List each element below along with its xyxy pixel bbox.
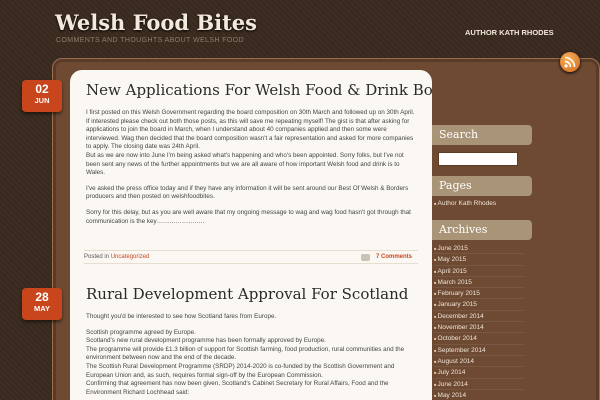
post-paragraph: Scottish programme agreed by Europe. [86, 328, 196, 336]
post-paragraph: The programme will provide £1.3 billion … [86, 345, 405, 362]
archive-link[interactable]: November 2014 [434, 322, 524, 334]
post-title[interactable]: Rural Development Approval For Scotland [86, 285, 416, 303]
category-link[interactable]: Uncategorized [111, 254, 150, 260]
rss-icon[interactable] [560, 52, 580, 72]
meta-label: Posted in [84, 254, 111, 260]
archive-link[interactable]: September 2014 [434, 345, 524, 356]
search-input[interactable] [438, 152, 518, 166]
author-page-link[interactable]: AUTHOR KATH RHODES [465, 28, 554, 37]
post: New Applications For Welsh Food & Drink … [86, 81, 432, 233]
post-paragraph: I first posted on this Welsh Government … [86, 109, 415, 151]
comment-icon [361, 254, 370, 261]
site-title[interactable]: Welsh Food Bites [55, 10, 257, 35]
archive-link[interactable]: June 2014 [434, 379, 524, 390]
post: Rural Development Approval For Scotland … [86, 285, 416, 397]
archive-link[interactable]: May 2014 [434, 390, 524, 400]
post-paragraph: Sorry for this delay, but as you are wel… [86, 208, 411, 225]
sidebar-page-link[interactable]: Author Kath Rhodes [434, 200, 497, 207]
archive-link[interactable]: February 2015 [434, 288, 524, 300]
post-paragraph: Confirming that agreement has now been g… [86, 380, 389, 396]
archives-widget-title: Archives [432, 220, 532, 240]
archive-link[interactable]: August 2014 [434, 356, 524, 368]
date-day: 02 [35, 82, 49, 96]
comments-link[interactable]: 7 Comments [376, 251, 412, 263]
post-body: Thought you'd be interested to see how S… [86, 313, 416, 397]
post-paragraph: Thought you'd be interested to see how S… [86, 313, 277, 320]
post-paragraph: The Scottish Rural Development Programme… [86, 362, 395, 379]
archive-link[interactable]: May 2015 [434, 254, 524, 266]
archives-list: June 2015 May 2015 April 2015 March 2015… [434, 243, 524, 400]
date-month: JUN [34, 96, 50, 105]
search-widget-title: Search [432, 125, 532, 145]
date-month: MAY [34, 304, 50, 313]
main-content: New Applications For Welsh Food & Drink … [70, 70, 432, 400]
archive-link[interactable]: July 2014 [434, 367, 524, 379]
post-paragraph: Scotland's new rural development program… [86, 337, 326, 345]
archive-link[interactable]: March 2015 [434, 277, 524, 289]
post-meta: Posted in Uncategorized 7 Comments [84, 250, 418, 264]
date-day: 28 [35, 290, 49, 304]
post-paragraph: But as we are now into June I'm being as… [86, 151, 404, 177]
post-body: I first posted on this Welsh Government … [86, 109, 416, 226]
archive-link[interactable]: December 2014 [434, 311, 524, 323]
post-paragraph: I've asked the press office today and if… [86, 184, 409, 201]
archive-link[interactable]: April 2015 [434, 266, 524, 277]
archive-link[interactable]: June 2015 [434, 243, 524, 255]
archive-link[interactable]: October 2014 [434, 333, 524, 345]
date-badge: 02 JUN [22, 80, 62, 112]
archive-link[interactable]: January 2015 [434, 299, 524, 311]
site-tagline: COMMENTS AND THOUGHTS ABOUT WELSH FOOD [56, 37, 245, 44]
pages-widget-title: Pages [432, 176, 532, 196]
date-badge: 28 MAY [22, 288, 62, 320]
post-title[interactable]: New Applications For Welsh Food & Drink … [86, 81, 432, 99]
